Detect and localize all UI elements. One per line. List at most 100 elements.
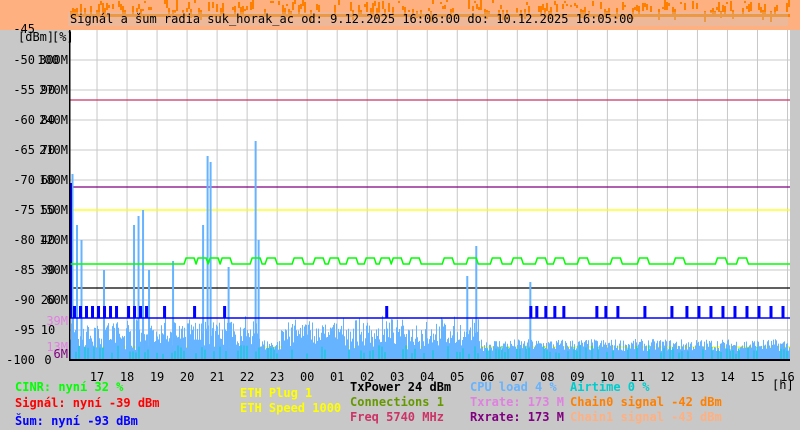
chain0-signal-mark	[542, 4, 544, 10]
chain0-signal-mark	[666, 2, 668, 10]
chain0-signal-mark	[576, 5, 578, 8]
cpu-load-spike	[475, 246, 478, 360]
chain0-signal-mark	[432, 0, 434, 4]
noise-spike	[97, 306, 101, 318]
cpu-load-spike	[529, 282, 532, 360]
chain0-signal-mark	[642, 3, 644, 11]
noise-spike	[697, 306, 701, 318]
y-tick-rate: 210M	[39, 143, 68, 157]
cpu-load-spike	[172, 261, 175, 360]
chain0-signal-mark	[108, 5, 110, 8]
chain0-signal-mark	[636, 5, 638, 11]
chain0-signal-mark	[574, 3, 576, 6]
noise-spike	[163, 306, 167, 318]
legend-airtime: Airtime 0 %	[570, 380, 650, 394]
noise-spike	[544, 306, 548, 318]
noise-spike	[133, 306, 137, 318]
chain0-signal-mark	[366, 2, 368, 12]
chain0-signal-mark	[300, 4, 302, 9]
x-tick-label: 05	[450, 370, 464, 384]
chain0-signal-mark	[644, 3, 646, 7]
chain0-signal-mark	[118, 1, 120, 7]
chain0-signal-mark	[554, 1, 556, 5]
y-tick-percent: 0	[44, 353, 51, 367]
chain0-signal-mark	[546, 3, 548, 11]
chain0-signal-mark	[726, 2, 728, 4]
chain0-signal-mark	[244, 9, 246, 11]
y-tick-rate: 270M	[39, 83, 68, 97]
chain0-signal-mark	[232, 7, 234, 10]
noise-spike	[115, 306, 119, 318]
cpu-load-spike	[227, 267, 230, 360]
y-tick-rate: 240M	[39, 113, 68, 127]
chain0-signal-mark	[624, 5, 626, 7]
cpu-load-spike	[254, 141, 257, 360]
noise-spike	[139, 306, 143, 318]
noise-spike	[562, 306, 566, 318]
chain0-signal-mark	[292, 2, 294, 10]
chain0-signal-mark	[692, 1, 694, 9]
signal-noise-chart: -45-50 100300M-55 90270M-60 80240M-65 70210M…	[0, 0, 800, 392]
legend-eth-plug: ETH Plug 1	[240, 386, 313, 400]
chain0-signal-mark	[338, 0, 340, 5]
chain0-signal-mark	[758, 3, 760, 10]
chain0-signal-mark	[374, 1, 376, 6]
legend-rxrate: Rxrate: 173 M	[470, 410, 564, 424]
y-tick-rate: 120M	[39, 233, 68, 247]
x-tick-label: 19	[150, 370, 164, 384]
chain0-signal-mark	[788, 0, 790, 7]
chain0-signal-mark	[142, 9, 144, 11]
x-tick-label: 15	[750, 370, 764, 384]
y-tick-dbm: -85	[13, 263, 35, 277]
chain0-signal-mark	[680, 2, 682, 4]
noise-spike	[595, 306, 599, 318]
y-tick-rate: 180M	[39, 173, 68, 187]
legend-signal: Signál: nyní -39 dBm	[15, 396, 160, 410]
chain0-signal-mark	[474, 1, 476, 3]
chain0-signal-mark	[398, 1, 400, 3]
chain0-signal-mark	[748, 4, 750, 12]
noise-spike	[385, 306, 389, 318]
legend-noise: Šum: nyní -93 dBm	[15, 414, 138, 428]
chain0-signal-mark	[718, 2, 720, 12]
chain0-signal-mark	[480, 0, 482, 10]
noise-spike	[670, 306, 674, 318]
y-tick-dbm: -70	[13, 173, 35, 187]
noise-spike	[127, 306, 131, 318]
chain0-signal-mark	[294, 0, 296, 4]
noise-spike	[79, 306, 83, 318]
y-tick-rate-extra: 6M	[54, 347, 68, 361]
noise-spike	[223, 306, 227, 318]
chain0-signal-mark	[696, 3, 698, 9]
chain0-signal-mark	[402, 6, 404, 10]
chain0-signal-mark	[164, 0, 166, 4]
x-tick-label: 23	[270, 370, 284, 384]
x-tick-label: 21	[210, 370, 224, 384]
legend-txpower: TxPower 24 dBm	[350, 380, 452, 394]
noise-spike	[193, 306, 197, 318]
noise-spike	[553, 306, 557, 318]
cpu-load-spike	[142, 210, 145, 360]
chain0-signal-mark	[216, 4, 218, 12]
chain0-signal-mark	[446, 0, 448, 2]
noise-spike	[685, 306, 689, 318]
chain0-signal-mark	[668, 3, 670, 6]
chain0-signal-mark	[622, 2, 624, 10]
chain0-signal-mark	[166, 0, 168, 8]
noise-spike	[781, 306, 785, 318]
y-tick-dbm: -50	[13, 53, 35, 67]
x-tick-label: 20	[180, 370, 194, 384]
chain0-signal-mark	[472, 6, 474, 11]
chain0-signal-mark	[120, 4, 122, 10]
cpu-load-spike	[206, 156, 209, 360]
chain0-signal-mark	[478, 7, 480, 10]
chain0-signal-mark	[176, 0, 178, 11]
chain0-signal-mark	[722, 5, 724, 12]
noise-spike	[733, 306, 737, 318]
noise-spike	[721, 306, 725, 318]
chain0-signal-mark	[144, 1, 146, 3]
chain0-signal-mark	[208, 2, 210, 11]
y-tick-rate: 150M	[39, 203, 68, 217]
x-tick-label: 14	[720, 370, 734, 384]
x-tick-label: 22	[240, 370, 254, 384]
